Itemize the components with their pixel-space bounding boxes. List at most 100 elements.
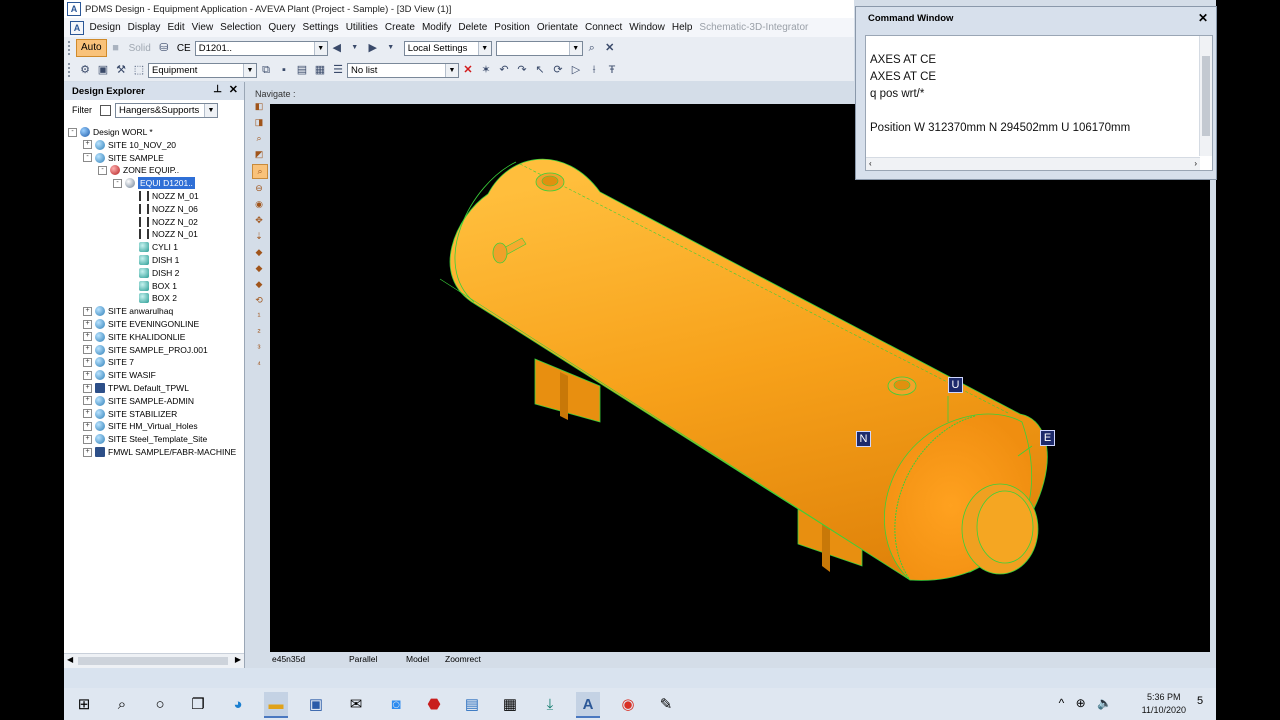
collapse-icon[interactable]: - [98, 165, 107, 175]
menu-position[interactable]: Position [491, 22, 534, 33]
scroll-right-icon[interactable]: › [1194, 159, 1197, 168]
tree-node[interactable]: + SITE SAMPLE_PROJ.001 [83, 344, 208, 356]
tree-node[interactable]: + SITE STABILIZER [83, 408, 177, 420]
modify-equipment-icon[interactable]: ▣ [96, 63, 110, 77]
refresh-icon[interactable]: ⟲ [252, 294, 266, 307]
play-icon[interactable]: ▷ [569, 63, 583, 77]
tree-node[interactable]: + SITE Steel_Template_Site [83, 433, 207, 445]
menu-settings[interactable]: Settings [299, 22, 342, 33]
expand-icon[interactable]: + [83, 140, 92, 150]
view-tool-icon[interactable]: ◨ [252, 116, 266, 129]
tree-node[interactable]: NOZZ N_06 [128, 203, 198, 215]
saved-view-4-icon[interactable]: ⁴ [252, 358, 266, 371]
tree-node[interactable]: - EQUI D1201.. [113, 177, 195, 190]
view-tool-icon[interactable]: ◩ [252, 148, 266, 161]
menu-connect[interactable]: Connect [582, 22, 626, 33]
zoom-mode[interactable]: Zoomrect [445, 654, 481, 664]
tree-node[interactable]: NOZZ N_01 [128, 228, 198, 240]
task-view-icon[interactable]: ❐ [186, 692, 210, 716]
tree-node[interactable]: + SITE anwarulhaq [83, 305, 173, 317]
app-menu-icon[interactable]: A [70, 20, 84, 35]
volume-icon[interactable]: 🔈 [1097, 696, 1112, 710]
pin-icon[interactable]: ⊥ [213, 84, 222, 95]
tree-node[interactable]: - Design WORL * [68, 126, 153, 138]
menu-delete[interactable]: Delete [455, 22, 491, 33]
expand-icon[interactable]: + [83, 357, 92, 367]
document-icon[interactable]: ▤ [460, 692, 484, 716]
expand-icon[interactable]: + [83, 421, 92, 431]
scroll-left-icon[interactable]: ‹ [869, 159, 872, 168]
menu-orientate[interactable]: Orientate [533, 22, 581, 33]
rotate-icon[interactable]: ⟳ [551, 63, 565, 77]
chevron-down-icon[interactable]: ▼ [313, 41, 327, 55]
projection-mode[interactable]: Parallel [349, 654, 377, 664]
close-icon[interactable]: ✕ [1198, 11, 1208, 25]
menu-display[interactable]: Display [124, 22, 164, 33]
menu-design[interactable]: Design [86, 22, 124, 33]
toolbar-grip[interactable] [68, 41, 73, 55]
expand-icon[interactable]: + [83, 345, 92, 355]
acrobat-icon[interactable]: ⬣ [422, 692, 446, 716]
nozzle-top-1[interactable] [535, 172, 565, 192]
equipment-tools-icon[interactable]: ⚒ [114, 63, 128, 77]
group-icon[interactable]: ▤ [295, 63, 309, 77]
tree-node[interactable]: + SITE 10_NOV_20 [83, 139, 176, 151]
calculator-icon[interactable]: ▦ [498, 692, 522, 716]
show-hidden-icons-icon[interactable]: ^ [1059, 696, 1065, 710]
aveva-taskbar-icon[interactable]: A [576, 692, 600, 718]
command-vertical-scrollbar[interactable] [1199, 36, 1212, 156]
save-icon[interactable]: ▪ [277, 63, 291, 77]
snap-icon[interactable]: ✶ [479, 63, 493, 77]
list-icon[interactable]: ☰ [331, 63, 345, 77]
chevron-down-icon[interactable]: ▼ [204, 103, 217, 117]
text-tool-icon[interactable]: Ŧ [605, 63, 619, 77]
tree-node[interactable]: BOX 1 [128, 280, 177, 292]
delete-list-icon[interactable]: ✕ [461, 63, 475, 77]
system-clock[interactable]: 5:36 PM 11/10/2020 [1142, 691, 1186, 717]
tree-node[interactable]: + SITE 7 [83, 356, 134, 368]
extra-combo[interactable]: ▼ [495, 40, 583, 56]
database-icon[interactable]: ⛁ [157, 41, 171, 55]
expand-icon[interactable]: + [83, 332, 92, 342]
menu-edit[interactable]: Edit [164, 22, 188, 33]
tree-node[interactable]: + SITE SAMPLE-ADMIN [83, 395, 194, 407]
view-mode[interactable]: Model [406, 654, 429, 664]
tree-node[interactable]: + SITE KHALIDONLIE [83, 331, 185, 343]
tree-node[interactable]: + SITE HM_Virtual_Holes [83, 420, 198, 432]
view-tool-icon[interactable]: ◆ [252, 262, 266, 275]
saved-view-2-icon[interactable]: ² [252, 326, 266, 339]
pan-icon[interactable]: ✥ [252, 214, 266, 227]
expand-icon[interactable]: + [83, 370, 92, 380]
zoom-out-icon[interactable]: ⊖ [252, 182, 266, 195]
edge-browser-icon[interactable]: ◕ [226, 692, 250, 716]
walk-icon[interactable]: ⇣ [252, 230, 266, 243]
tree-node[interactable]: + SITE EVENINGONLINE [83, 318, 199, 330]
view-tool-icon[interactable]: ◧ [252, 100, 266, 113]
file-explorer-icon[interactable]: ▬ [264, 692, 288, 718]
discipline-combo[interactable]: Equipment ▼ [148, 62, 257, 78]
forward-arrow-icon[interactable]: ▶ [366, 41, 380, 55]
pointer-icon[interactable]: ↖ [533, 63, 547, 77]
back-arrow-icon[interactable]: ◀ [330, 41, 344, 55]
close-icon[interactable]: ✕ [603, 41, 617, 55]
scroll-left-icon[interactable]: ◀ [67, 655, 73, 664]
scrollbar-thumb[interactable] [1202, 56, 1210, 136]
saved-view-1-icon[interactable]: ¹ [252, 310, 266, 323]
view-tool-icon[interactable]: ◆ [252, 246, 266, 259]
expand-icon[interactable]: + [83, 447, 92, 457]
mail-icon[interactable]: ✉ [344, 692, 368, 716]
chevron-down-icon[interactable]: ▼ [384, 41, 398, 55]
toolbar-grip[interactable] [68, 63, 73, 77]
tree-node[interactable]: DISH 1 [128, 254, 179, 266]
expand-icon[interactable]: + [83, 396, 92, 406]
cortana-icon[interactable]: ○ [148, 692, 172, 716]
redo-icon[interactable]: ↷ [515, 63, 529, 77]
command-output[interactable]: AXES AT CE AXES AT CE q pos wrt/* Positi… [865, 35, 1213, 171]
scroll-right-icon[interactable]: ▶ [235, 655, 241, 664]
tree-node[interactable]: - ZONE EQUIP.. [98, 164, 179, 176]
chevron-down-icon[interactable]: ▼ [477, 41, 491, 55]
chevron-down-icon[interactable]: ▼ [445, 63, 458, 77]
tree-node[interactable]: CYLI 1 [128, 241, 178, 253]
explorer-horizontal-scrollbar[interactable]: ◀ ▶ [64, 653, 244, 668]
collapse-icon[interactable]: - [113, 178, 122, 188]
